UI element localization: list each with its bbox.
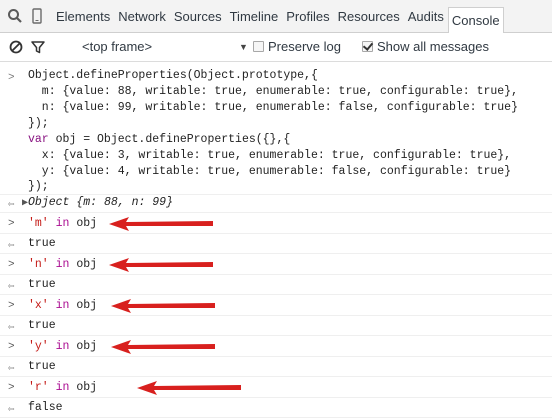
input-prompt-icon: > xyxy=(8,218,15,230)
object-name: obj xyxy=(76,258,98,271)
in-keyword: in xyxy=(48,299,77,312)
property-string: 'n' xyxy=(28,258,49,271)
tab-timeline[interactable]: Timeline xyxy=(226,0,283,33)
console-result-message: ⇦ true xyxy=(0,316,552,336)
code-line: x: {value: 3, writable: true, enumerable… xyxy=(28,149,512,162)
clear-icon[interactable] xyxy=(7,38,25,56)
console-input-message: > 'r' in obj xyxy=(0,377,552,398)
property-string: 'y' xyxy=(28,340,49,353)
object-name: obj xyxy=(76,299,98,312)
result-prompt-icon: ⇦ xyxy=(8,240,15,252)
red-arrow-icon xyxy=(137,381,241,395)
console-input-message: > 'x' in obj xyxy=(0,295,552,316)
red-arrow-icon xyxy=(111,340,215,354)
red-arrow-icon xyxy=(111,299,215,313)
result-prompt-icon: ⇦ xyxy=(8,199,15,211)
tab-elements[interactable]: Elements xyxy=(52,0,114,33)
red-arrow-icon xyxy=(109,258,213,272)
console-input-message: > 'y' in obj xyxy=(0,336,552,357)
object-props: {m: 88, n: 99} xyxy=(69,196,173,209)
result-prompt-icon: ⇦ xyxy=(8,404,15,416)
console-result-message: ⇦ false xyxy=(0,398,552,418)
console-input-message: > 'n' in obj xyxy=(0,254,552,275)
in-keyword: in xyxy=(48,258,77,271)
property-string: 'x' xyxy=(28,299,49,312)
result-value: true xyxy=(28,360,56,373)
in-keyword: in xyxy=(48,217,77,230)
code-line: 'y' in obj xyxy=(28,340,97,353)
console-input-message: > 'm' in obj xyxy=(0,213,552,234)
tab-sources[interactable]: Sources xyxy=(170,0,226,33)
code-line: 'x' in obj xyxy=(28,299,97,312)
tab-audits[interactable]: Audits xyxy=(404,0,448,33)
code-line: 'n' in obj xyxy=(28,258,97,271)
console-result-message: ⇦ true xyxy=(0,275,552,295)
code-line: }); xyxy=(28,180,49,193)
console-output[interactable]: > Object.defineProperties(Object.prototy… xyxy=(0,62,552,418)
object-name: obj xyxy=(76,217,98,230)
console-result-message: ⇦ true xyxy=(0,357,552,377)
devtools-tabbar: Elements Network Sources Timeline Profil… xyxy=(0,0,552,33)
code-line: Object.defineProperties(Object.prototype… xyxy=(28,69,318,82)
panel-tabs: Elements Network Sources Timeline Profil… xyxy=(52,0,504,33)
console-input-message: > Object.defineProperties(Object.prototy… xyxy=(0,62,552,195)
preserve-log-checkbox[interactable] xyxy=(253,41,264,52)
tab-console[interactable]: Console xyxy=(447,6,504,33)
object-name: obj xyxy=(76,381,98,394)
tab-network[interactable]: Network xyxy=(114,0,170,33)
result-prompt-icon: ⇦ xyxy=(8,281,15,293)
red-arrow-icon xyxy=(109,217,213,231)
tab-profiles[interactable]: Profiles xyxy=(282,0,333,33)
code-line: var obj = Object.defineProperties({},{ xyxy=(28,133,290,146)
object-type: Object xyxy=(28,196,70,209)
in-keyword: in xyxy=(48,381,77,394)
result-prompt-icon: ⇦ xyxy=(8,322,15,334)
dropdown-arrow-icon: ▼ xyxy=(239,42,248,52)
result-value: true xyxy=(28,237,56,250)
show-all-messages-label[interactable]: Show all messages xyxy=(377,33,489,61)
code-line: n: {value: 99, writable: true, enumerabl… xyxy=(28,101,518,114)
code-line: 'r' in obj xyxy=(28,381,97,394)
code-line: 'm' in obj xyxy=(28,217,97,230)
console-result-message: ⇦ true xyxy=(0,234,552,254)
code-line: m: {value: 88, writable: true, enumerabl… xyxy=(28,85,518,98)
object-name: obj xyxy=(76,340,98,353)
tab-resources[interactable]: Resources xyxy=(334,0,404,33)
object-preview[interactable]: ▶Object {m: 88, n: 99} xyxy=(22,196,173,209)
code-line: }); xyxy=(28,117,49,130)
input-prompt-icon: > xyxy=(8,382,15,394)
frame-select-value: <top frame> xyxy=(82,39,153,54)
search-icon[interactable] xyxy=(6,7,24,25)
result-value: true xyxy=(28,278,56,291)
input-prompt-icon: > xyxy=(8,341,15,353)
code-line: y: {value: 4, writable: true, enumerable… xyxy=(28,165,512,178)
code-text: obj = Object.defineProperties({},{ xyxy=(48,133,291,146)
filter-icon[interactable] xyxy=(29,38,47,56)
input-prompt-icon: > xyxy=(8,72,15,84)
result-value: true xyxy=(28,319,56,332)
preserve-log-label[interactable]: Preserve log xyxy=(268,33,341,61)
property-string: 'm' xyxy=(28,217,49,230)
in-keyword: in xyxy=(48,340,77,353)
result-value: false xyxy=(28,401,63,414)
console-result-message: ⇦ ▶Object {m: 88, n: 99} xyxy=(0,195,552,213)
console-filterbar: <top frame> ▼ Preserve log Show all mess… xyxy=(0,33,552,62)
input-prompt-icon: > xyxy=(8,259,15,271)
result-prompt-icon: ⇦ xyxy=(8,363,15,375)
property-string: 'r' xyxy=(28,381,49,394)
device-icon[interactable] xyxy=(28,7,46,25)
show-all-messages-checkbox[interactable] xyxy=(362,41,373,52)
var-keyword: var xyxy=(28,133,49,146)
input-prompt-icon: > xyxy=(8,300,15,312)
